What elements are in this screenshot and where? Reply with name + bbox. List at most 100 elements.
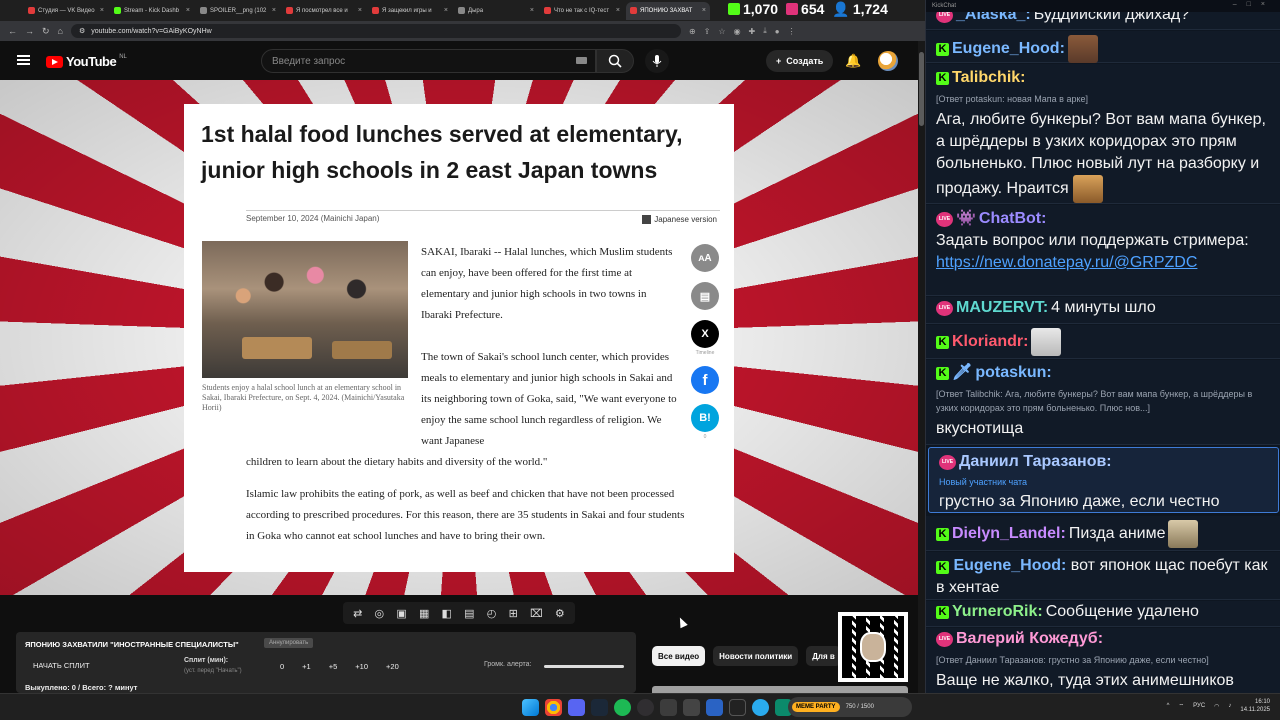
broadcast-icon[interactable]: ◎ (375, 607, 385, 620)
search-input[interactable]: Введите запрос (261, 49, 596, 73)
add-1-button[interactable]: +1 (302, 662, 311, 671)
clock[interactable]: 16:10 14.11.2025 (1240, 698, 1270, 714)
chevron-up-icon[interactable]: ^ (1167, 703, 1170, 709)
app-icon[interactable] (706, 699, 723, 716)
extension-icon[interactable]: ◉ (734, 27, 741, 36)
download-icon[interactable]: ⤓ (763, 26, 767, 36)
chat-username[interactable]: YurneroRik: (952, 601, 1043, 623)
youtube-logo[interactable]: YouTube NL (46, 54, 127, 69)
chat-username[interactable]: Kloriandr: (952, 331, 1028, 353)
chip-for-you[interactable]: Для в (806, 646, 841, 666)
steam-icon[interactable] (591, 699, 608, 716)
hamburger-menu-icon[interactable] (17, 55, 30, 65)
chat-username[interactable]: potaskun: (975, 362, 1051, 384)
close-icon[interactable]: × (702, 7, 706, 14)
close-icon[interactable]: × (358, 7, 362, 14)
close-icon[interactable]: × (444, 7, 448, 14)
scrollbar-thumb[interactable] (919, 52, 924, 126)
article-paragraph-2b: children to learn about the dietary habi… (246, 456, 548, 468)
clapper-icon[interactable]: ▦ (419, 607, 429, 620)
add-10-button[interactable]: +10 (355, 662, 368, 671)
browser-tab[interactable]: Студия — VK Видео × (24, 2, 108, 20)
chip-all-videos[interactable]: Все видео (652, 646, 706, 666)
chat-username[interactable]: MAUZERVT: (956, 297, 1048, 319)
search-button[interactable] (596, 49, 634, 73)
voice-search-button[interactable] (645, 49, 669, 73)
recommendation-thumbnail[interactable] (652, 686, 908, 693)
settings-screen-icon[interactable]: ▣ (396, 607, 406, 620)
url-bar[interactable]: ⚙ youtube.com/watch?v=GAiByKOyNHw (70, 24, 681, 38)
browser-tab[interactable]: Дыра × (454, 2, 538, 20)
screenshot-icon[interactable]: ⌧ (530, 607, 543, 620)
browser-tab[interactable]: Что не так с IQ-тест × (540, 2, 624, 20)
spotify-icon[interactable] (614, 699, 631, 716)
chat-username[interactable]: Даниил Таразанов: (959, 451, 1112, 473)
puzzle-icon[interactable]: ✚ (749, 27, 756, 36)
close-icon[interactable]: × (616, 7, 620, 14)
menu-dots-icon[interactable]: ⋮ (788, 27, 796, 36)
zoom-icon[interactable]: ⊕ (689, 27, 696, 36)
bookmark-star-icon[interactable]: ☆ (718, 27, 725, 36)
chat-username[interactable]: Eugene_Hood: (952, 38, 1065, 60)
chat-username[interactable]: Dielyn_Landel: (952, 523, 1066, 545)
browser-tab-active[interactable]: ЯПОНИЮ ЗАХВАТ × (626, 1, 710, 20)
windows-start-icon[interactable] (522, 699, 539, 716)
close-icon[interactable]: × (272, 7, 276, 14)
film-icon[interactable]: ▤ (464, 607, 474, 620)
page-scrollbar[interactable] (918, 41, 925, 693)
avatar[interactable] (878, 51, 898, 71)
microphone-icon (652, 55, 662, 67)
loop-icon[interactable]: ⇄ (353, 607, 362, 620)
home-icon[interactable]: ⌂ (58, 26, 63, 36)
add-20-button[interactable]: +20 (386, 662, 399, 671)
controller-icon[interactable] (683, 699, 700, 716)
browser-tab[interactable]: Я защекил игры и × (368, 2, 452, 20)
speed-icon[interactable]: ◴ (487, 607, 497, 620)
browser-tab[interactable]: Я посмотрел все и × (282, 2, 366, 20)
donate-link[interactable]: https://new.donatepay.ru/@GRPZDC (936, 252, 1273, 274)
chat-username[interactable]: Валерий Кожедуб: (956, 628, 1103, 650)
browser-tab[interactable]: Stream - Kick Dashb × (110, 2, 194, 20)
gear-icon[interactable]: ⚙ (555, 607, 565, 620)
split-value-current: 0 (280, 662, 285, 671)
discord-icon[interactable] (568, 699, 585, 716)
picture-in-picture-icon[interactable]: ◧ (442, 607, 452, 620)
alert-volume-slider[interactable] (544, 665, 624, 668)
network-icon[interactable]: ⌔ (1179, 702, 1185, 710)
window-controls[interactable]: –□× (1233, 1, 1275, 8)
add-clip-icon[interactable]: ⊞ (509, 607, 518, 620)
profile-icon[interactable]: ● (775, 27, 780, 36)
reload-icon[interactable]: ↻ (42, 26, 50, 37)
font-size-icon: ᴀA (691, 244, 719, 272)
site-info-icon[interactable]: ⚙ (79, 27, 85, 35)
forward-icon[interactable]: → (25, 26, 34, 36)
kick-badge-icon: K (936, 527, 949, 541)
notifications-bell-icon[interactable]: 🔔 (845, 53, 861, 69)
create-button[interactable]: + Создать (766, 50, 834, 72)
language-indicator[interactable]: РУС (1193, 703, 1205, 709)
volume-icon[interactable]: ♪ (1228, 703, 1231, 709)
close-icon[interactable]: × (100, 7, 104, 14)
start-split-button[interactable]: НАЧАТЬ СПЛИТ (33, 661, 90, 670)
wifi-icon[interactable]: ◠ (1214, 703, 1219, 710)
back-icon[interactable]: ← (8, 26, 17, 36)
close-icon[interactable]: × (530, 7, 534, 14)
share-icon[interactable]: ⇪ (704, 27, 711, 36)
chat-username[interactable]: Eugene_Hood: (953, 557, 1066, 574)
close-icon[interactable]: × (186, 7, 190, 14)
game-widget[interactable]: MEME PARTY 750 / 1500 (788, 697, 912, 717)
chat-username[interactable]: Talibchik: (952, 67, 1026, 89)
article-paragraph-3: Islamic law prohibits the eating of pork… (246, 488, 685, 542)
telegram-icon[interactable] (752, 699, 769, 716)
app-icon[interactable] (660, 699, 677, 716)
browser-tab[interactable]: SPOILER__png (102 × (196, 2, 280, 20)
terminal-icon[interactable] (729, 699, 746, 716)
obs-icon[interactable] (637, 699, 654, 716)
chrome-icon[interactable] (545, 699, 562, 716)
add-5-button[interactable]: +5 (329, 662, 338, 671)
tab-favicon-icon (544, 7, 551, 14)
chip-politics-news[interactable]: Новости политики (713, 646, 799, 666)
cancel-button[interactable]: Аннулировать (264, 638, 314, 648)
chat-username[interactable]: ChatBot: (979, 208, 1047, 230)
keyboard-icon[interactable] (576, 57, 587, 64)
